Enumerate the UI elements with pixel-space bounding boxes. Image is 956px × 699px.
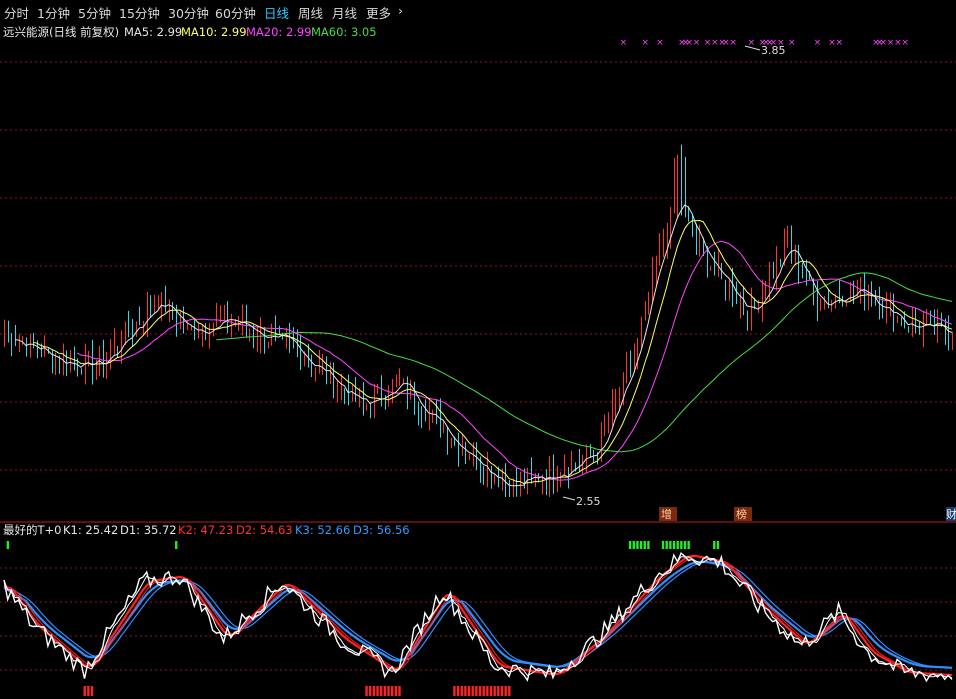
sell-signal-bar <box>83 686 86 696</box>
ma5-line <box>14 204 953 487</box>
low-price-label: 2.55 <box>576 495 601 508</box>
d1-label: D1: 35.72 <box>120 523 177 537</box>
sell-signal-bar <box>456 686 460 696</box>
x-marker: × <box>901 38 909 48</box>
buy-signal-bar <box>647 541 650 549</box>
buy-signal-bar <box>632 541 635 549</box>
signal-label-bang[interactable]: 榜 <box>734 507 752 521</box>
ma60-label: MA60: 3.05 <box>311 25 377 39</box>
sell-signal-bar <box>369 686 372 696</box>
ma20-label: MA20: 2.99 <box>246 25 312 39</box>
sell-signal-bar <box>380 686 383 696</box>
stock-title: 远兴能源(日线 前复权) <box>3 25 119 39</box>
moving-average-lines <box>14 204 953 487</box>
x-marker: × <box>836 38 844 48</box>
low-annotation: 2.55 <box>562 495 601 508</box>
x-marker: × <box>729 38 737 48</box>
main-legend: 远兴能源(日线 前复权) MA5: 2.99 MA10: 2.99 MA20: … <box>3 25 377 39</box>
sell-signal-bar <box>390 686 394 696</box>
k2-label: K2: 47.23 <box>178 523 233 537</box>
k1-line <box>3 551 953 683</box>
sell-signal-bar <box>464 686 467 696</box>
x-marker: × <box>620 38 628 48</box>
sell-signal-bar <box>489 686 493 696</box>
x-marker: × <box>814 38 822 48</box>
sell-signal-bar <box>497 686 500 696</box>
sell-signal-bar <box>372 686 376 696</box>
signal-label-zeng[interactable]: 增 <box>659 507 677 521</box>
sell-signal-bar <box>383 686 387 696</box>
x-marker: × <box>788 38 796 48</box>
svg-text:财: 财 <box>946 507 956 521</box>
buy-signal-bar <box>175 541 178 549</box>
sell-signal-bar <box>493 686 496 696</box>
buy-signal-bar <box>683 541 687 549</box>
x-marker: × <box>748 38 756 48</box>
buy-signal-bar <box>669 541 672 549</box>
signal-label-cai[interactable]: 财 <box>946 507 956 521</box>
sell-signal-bar <box>504 686 507 696</box>
buy-signal-bar <box>716 541 720 549</box>
high-price-label: 3.85 <box>761 44 786 57</box>
sell-signal-bar <box>87 686 90 696</box>
sell-signal-bar <box>90 686 94 696</box>
sell-signal-bar <box>453 686 456 696</box>
x-marker: × <box>656 38 664 48</box>
sell-signal-bar <box>482 686 485 696</box>
ma20-line <box>76 240 953 481</box>
sell-signal-bar <box>475 686 478 696</box>
sell-signal-bar <box>398 686 401 696</box>
sell-signal-bar <box>394 686 398 696</box>
ma5-label: MA5: 2.99 <box>124 25 182 39</box>
sub-legend: 最好的T+0 K1: 25.42 D1: 35.72 K2: 47.23 D2:… <box>3 523 410 537</box>
sell-signal-bar <box>508 686 511 696</box>
buy-signal-bar <box>628 541 632 549</box>
sell-signal-bar <box>460 686 463 696</box>
buy-signal-bar <box>672 541 676 549</box>
x-marker: × <box>693 38 701 48</box>
k3-label: K3: 52.66 <box>295 523 350 537</box>
sell-signal-bar <box>486 686 489 696</box>
sell-signal-bar <box>500 686 504 696</box>
indicator-title: 最好的T+0 <box>3 523 61 537</box>
sell-signal-bar <box>467 686 471 696</box>
chart-grid <box>0 61 956 671</box>
ma10-label: MA10: 2.99 <box>181 25 247 39</box>
signal-bars <box>6 541 720 696</box>
buy-signal-bar <box>6 541 10 549</box>
buy-signal-bar <box>676 541 679 549</box>
sell-signal-bar <box>387 686 390 696</box>
sell-signal-bar <box>365 686 368 696</box>
kline-chart[interactable]: × × × ××× × × × ×× × × ×××× × × × × × ××× × × × 3.85 2.55 增… <box>0 0 956 699</box>
d1-line <box>3 556 953 679</box>
svg-text:榜: 榜 <box>736 507 747 521</box>
buy-signal-bar <box>639 541 643 549</box>
buy-signal-bar <box>713 541 716 549</box>
sell-signal-bar <box>471 686 474 696</box>
d2-label: D2: 54.63 <box>236 523 293 537</box>
buy-signal-bar <box>643 541 646 549</box>
buy-signal-bar <box>661 541 665 549</box>
buy-signal-bar <box>636 541 639 549</box>
buy-signal-bar <box>665 541 668 549</box>
buy-signal-bar <box>680 541 683 549</box>
sell-signal-bar <box>376 686 379 696</box>
x-marker: × <box>642 38 650 48</box>
d3-label: D3: 56.56 <box>353 523 410 537</box>
svg-text:增: 增 <box>661 507 672 521</box>
sell-signal-bar <box>478 686 482 696</box>
buy-signal-bar <box>687 541 690 549</box>
k1-label: K1: 25.42 <box>63 523 118 537</box>
ma10-line <box>33 219 953 485</box>
kd-indicator-lines <box>3 551 953 683</box>
